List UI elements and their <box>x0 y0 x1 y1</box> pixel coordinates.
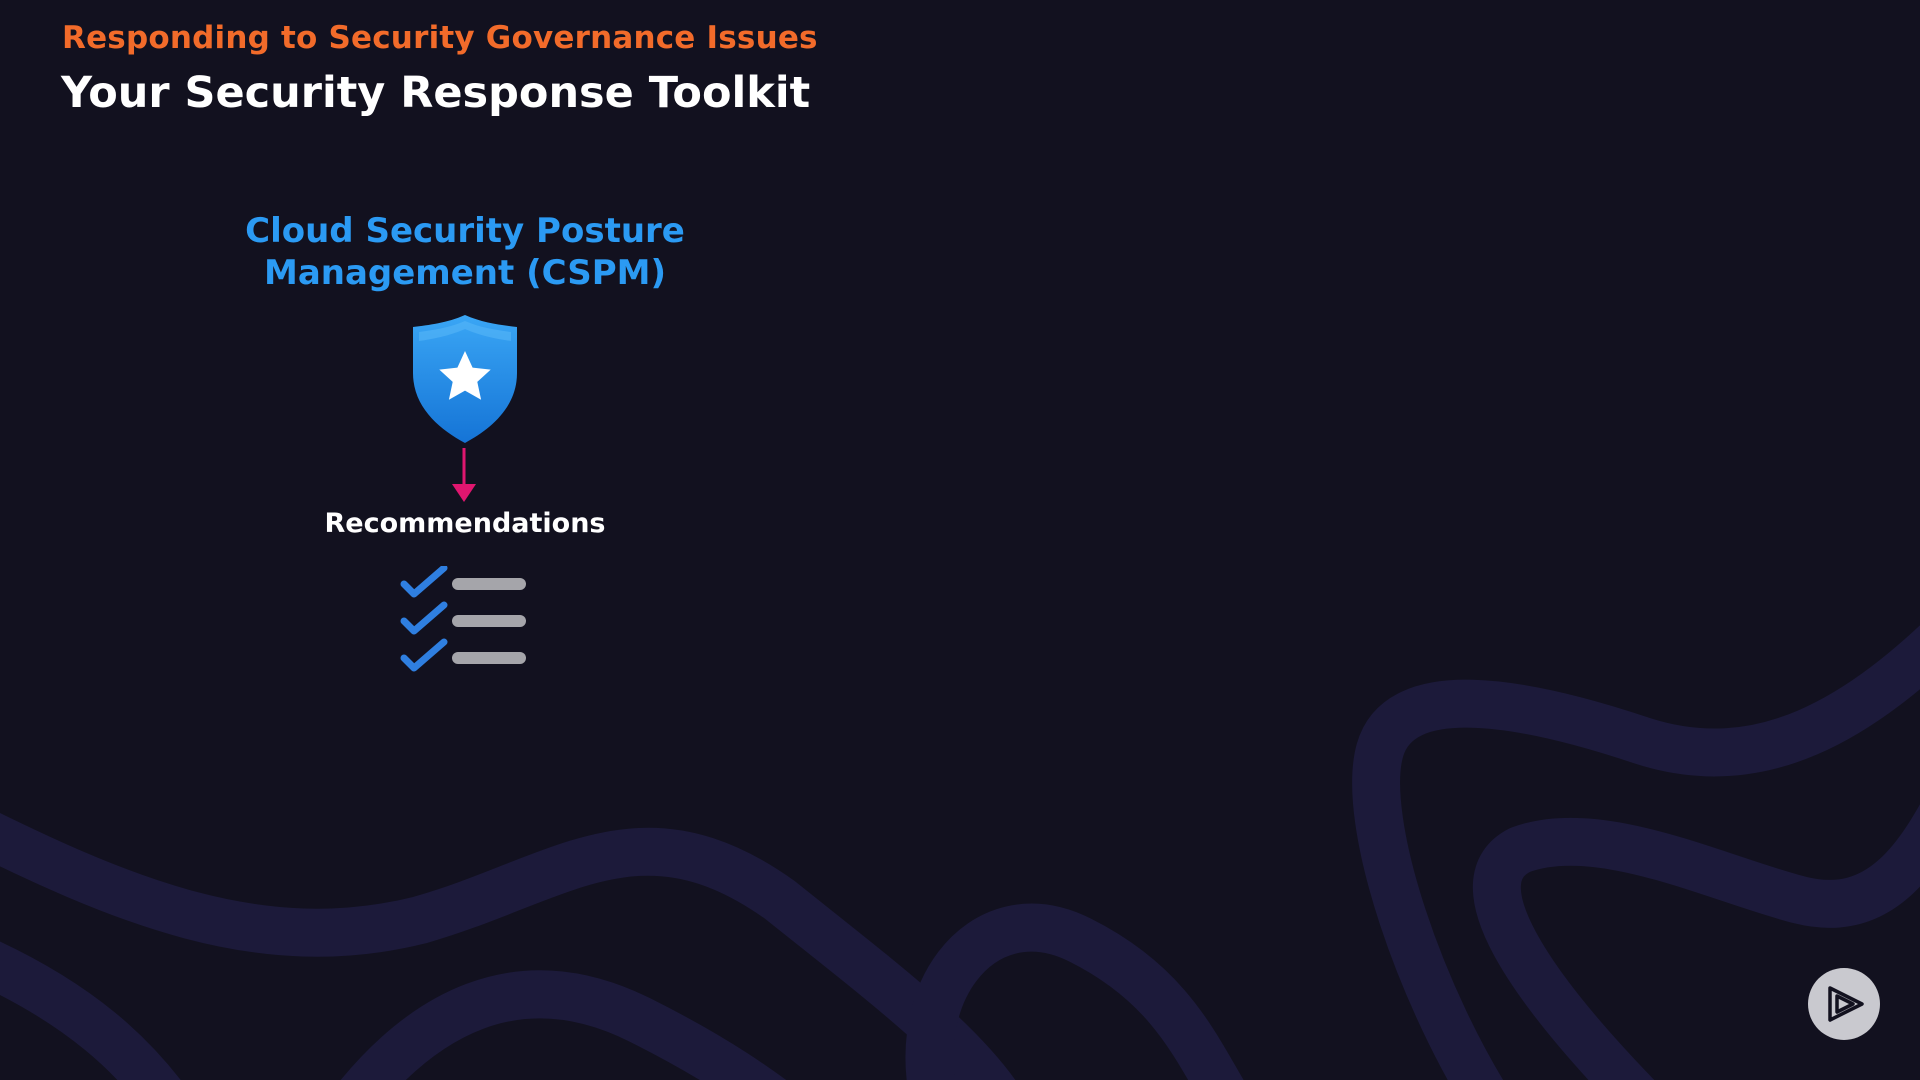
checklist-icon <box>400 566 526 672</box>
slide-title: Your Security Response Toolkit <box>61 68 811 118</box>
play-logo-icon <box>1828 986 1864 1022</box>
slide-subtitle: Responding to Security Governance Issues <box>62 20 818 56</box>
cspm-title: Cloud Security Posture Management (CSPM) <box>200 210 730 294</box>
player-play-button[interactable] <box>1808 968 1880 1040</box>
cspm-title-line1: Cloud Security Posture <box>245 211 685 251</box>
arrow-down-icon <box>452 448 476 502</box>
background-waves <box>0 625 1920 1080</box>
recommendations-label: Recommendations <box>324 508 606 539</box>
cspm-title-line2: Management (CSPM) <box>263 253 666 293</box>
shield-star-icon <box>413 315 517 443</box>
